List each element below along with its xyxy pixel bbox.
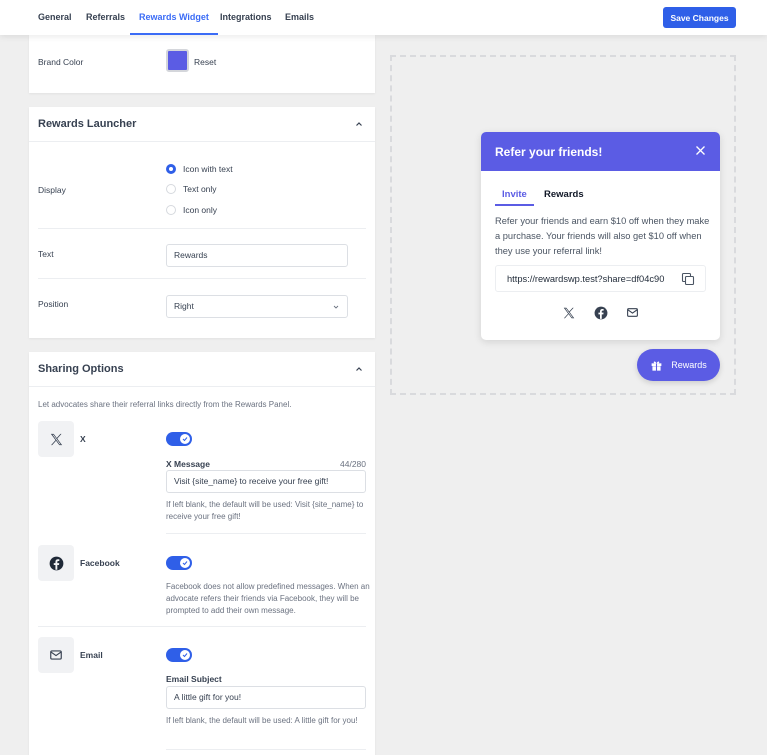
tab-integrations[interactable]: Integrations xyxy=(220,0,272,35)
brand-color-card: Brand Color Reset xyxy=(29,35,375,93)
position-select[interactable]: Right xyxy=(166,295,348,318)
check-icon xyxy=(182,653,188,658)
radio-label: Icon only xyxy=(183,205,218,215)
rewards-launcher-title: Rewards Launcher xyxy=(38,118,137,130)
check-icon xyxy=(182,437,188,442)
radio-text-only[interactable]: Text only xyxy=(166,182,217,196)
radio-button[interactable] xyxy=(166,164,176,174)
rewards-launcher-button[interactable]: Rewards xyxy=(637,349,720,381)
facebook-help: Facebook does not allow predefined messa… xyxy=(166,582,370,615)
email-icon-box xyxy=(38,637,74,673)
sharing-options-title: Sharing Options xyxy=(38,363,124,375)
x-message-label: X Message xyxy=(166,459,210,469)
panel-tab-invite[interactable]: Invite xyxy=(495,189,534,206)
email-subject-help: If left blank, the default will be used:… xyxy=(166,716,358,725)
tab-general[interactable]: General xyxy=(38,0,72,35)
facebook-icon xyxy=(49,556,63,570)
rewards-launcher-card: Rewards Launcher Display Icon with text … xyxy=(29,107,375,338)
x-icon xyxy=(50,433,62,445)
chevron-up-icon[interactable] xyxy=(355,120,363,128)
x-label: X xyxy=(80,434,86,444)
brand-color-swatch[interactable] xyxy=(166,49,189,72)
tab-rewards-widget[interactable]: Rewards Widget xyxy=(130,0,218,35)
x-message-input[interactable]: Visit {site_name} to receive your free g… xyxy=(166,470,366,493)
panel-title: Refer your friends! xyxy=(495,145,603,159)
email-icon xyxy=(50,650,62,660)
x-icon-box xyxy=(38,421,74,457)
brand-color-label: Brand Color xyxy=(38,57,84,67)
panel-tab-rewards[interactable]: Rewards xyxy=(544,189,584,200)
x-message-counter: 44/280 xyxy=(340,459,366,469)
gift-icon xyxy=(651,360,662,371)
sharing-description: Let advocates share their referral links… xyxy=(38,400,292,409)
rewards-launcher-header[interactable]: Rewards Launcher xyxy=(29,107,375,142)
divider xyxy=(38,228,366,229)
display-label: Display xyxy=(38,185,66,195)
launcher-text-input[interactable]: Rewards xyxy=(166,244,348,267)
position-label: Position xyxy=(38,299,69,309)
email-label: Email xyxy=(80,650,103,660)
divider xyxy=(166,749,366,750)
tab-referrals[interactable]: Referrals xyxy=(86,0,125,35)
chevron-down-icon xyxy=(333,305,339,309)
facebook-icon-box xyxy=(38,545,74,581)
facebook-label: Facebook xyxy=(80,558,120,568)
divider xyxy=(38,278,366,279)
radio-label: Icon with text xyxy=(183,164,233,174)
facebook-icon[interactable] xyxy=(594,306,608,320)
position-select-value: Right xyxy=(174,301,194,311)
email-subject-input[interactable]: A little gift for you! xyxy=(166,686,366,709)
tab-emails[interactable]: Emails xyxy=(285,0,314,35)
sharing-options-card: Sharing Options Let advocates share thei… xyxy=(29,352,375,755)
share-icons xyxy=(481,306,720,320)
close-icon[interactable] xyxy=(695,145,706,156)
reset-color-link[interactable]: Reset xyxy=(194,57,216,67)
radio-icon-with-text[interactable]: Icon with text xyxy=(166,162,233,176)
x-icon[interactable] xyxy=(562,306,576,320)
panel-header: Refer your friends! xyxy=(481,132,720,171)
rewards-panel-preview: Refer your friends! Invite Rewards Refer… xyxy=(481,132,720,340)
facebook-toggle[interactable] xyxy=(166,556,192,570)
launcher-label: Rewards xyxy=(671,360,707,370)
panel-description: Refer your friends and earn $10 off when… xyxy=(495,216,710,256)
divider xyxy=(38,626,366,627)
sharing-options-header[interactable]: Sharing Options xyxy=(29,352,375,387)
divider xyxy=(166,533,366,534)
x-message-help: If left blank, the default will be used:… xyxy=(166,500,364,521)
referral-link-text: https://rewardswp.test?share=df04c90 xyxy=(507,274,665,284)
email-toggle[interactable] xyxy=(166,648,192,662)
copy-icon[interactable] xyxy=(681,272,695,286)
save-changes-button[interactable]: Save Changes xyxy=(663,7,736,28)
chevron-up-icon[interactable] xyxy=(355,365,363,373)
x-toggle[interactable] xyxy=(166,432,192,446)
referral-link-field[interactable]: https://rewardswp.test?share=df04c90 xyxy=(495,265,706,292)
radio-label: Text only xyxy=(183,184,217,194)
radio-button[interactable] xyxy=(166,184,176,194)
top-navigation: General Referrals Rewards Widget Integra… xyxy=(0,0,767,35)
email-subject-label: Email Subject xyxy=(166,674,222,684)
radio-icon-only[interactable]: Icon only xyxy=(166,203,217,217)
check-icon xyxy=(182,561,188,566)
text-label: Text xyxy=(38,249,54,259)
email-icon[interactable] xyxy=(626,306,640,320)
radio-button[interactable] xyxy=(166,205,176,215)
